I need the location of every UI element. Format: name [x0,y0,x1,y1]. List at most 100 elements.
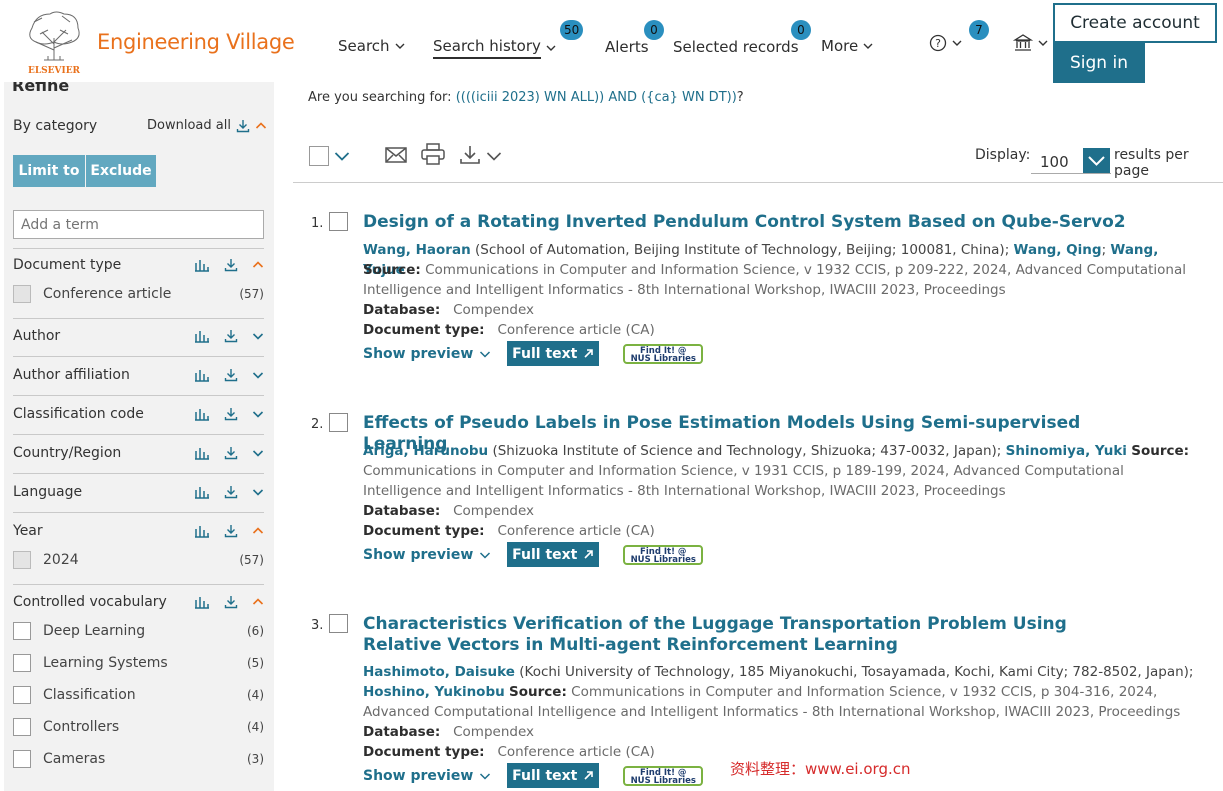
facet-checkbox[interactable] [13,551,31,569]
email-icon[interactable] [385,146,407,164]
chevron-down-icon[interactable] [252,486,264,498]
show-preview-link[interactable]: Show preview [363,768,491,784]
facet-checkbox[interactable] [13,750,31,768]
nav-search-history[interactable]: Search history [433,37,556,59]
chevron-down-icon[interactable] [252,369,264,381]
author-link[interactable]: Shinomiya, Yuki [1006,443,1127,459]
print-icon[interactable] [421,143,445,165]
nav-selected-records[interactable]: Selected records [673,38,799,56]
facet-option[interactable]: Controllers (4) [13,715,264,739]
nav-alerts[interactable]: Alerts [605,38,649,56]
facet-option[interactable]: Learning Systems (5) [13,651,264,675]
author-link[interactable]: Hashimoto, Daisuke [363,664,515,680]
chevron-down-icon[interactable] [486,149,502,163]
bar-chart-icon[interactable] [194,446,210,460]
findit-nus-button[interactable]: Find It! @ NUS Libraries [623,343,704,364]
brand-name[interactable]: Engineering Village [97,30,295,54]
download-icon[interactable] [224,524,238,538]
nav-more[interactable]: More [821,37,873,55]
author-link[interactable]: Hoshino, Yukinobu [363,684,505,700]
facet-author[interactable]: Author [13,324,264,348]
chevron-down-icon[interactable] [252,447,264,459]
select-all-checkbox[interactable] [309,146,329,166]
bar-chart-icon[interactable] [194,524,210,538]
facet-option[interactable]: 2024 (57) [13,548,264,572]
facet-language[interactable]: Language [13,480,264,504]
chevron-up-icon[interactable] [252,525,264,537]
bar-chart-icon[interactable] [194,595,210,609]
bar-chart-icon[interactable] [194,368,210,382]
show-preview-link[interactable]: Show preview [363,346,491,362]
download-icon[interactable] [224,407,238,421]
svg-text:?: ? [935,37,941,50]
download-icon[interactable] [224,446,238,460]
show-preview-label: Show preview [363,345,474,362]
divider [13,473,264,474]
nav-help[interactable]: ? [929,34,962,52]
result-title[interactable]: Characteristics Verification of the Lugg… [363,614,1133,656]
doctype-value: Conference article (CA) [497,523,655,539]
result-title[interactable]: Design of a Rotating Inverted Pendulum C… [363,212,1163,233]
add-term-input[interactable] [13,210,264,239]
facet-option[interactable]: Classification (4) [13,683,264,707]
download-icon[interactable] [224,485,238,499]
chevron-down-icon[interactable] [334,149,350,163]
limit-to-button[interactable]: Limit to [13,155,85,187]
download-all-link[interactable]: Download all [147,118,267,133]
full-text-button[interactable]: Full text [507,542,600,567]
full-text-label: Full text [512,345,578,362]
facet-option[interactable]: Conference article (57) [13,282,264,306]
chevron-down-icon[interactable] [252,408,264,420]
result-checkbox[interactable] [329,614,348,633]
create-account-button[interactable]: Create account [1053,3,1217,43]
bar-chart-icon[interactable] [194,329,210,343]
chevron-down-icon[interactable] [252,330,264,342]
author-link[interactable]: Wang, Qing [1014,242,1102,258]
download-icon[interactable] [224,258,238,272]
facet-document-type[interactable]: Document type [13,253,264,277]
refine-title: Refine [12,82,70,95]
full-text-button[interactable]: Full text [507,341,600,366]
elsevier-logo[interactable]: ELSEVIER [22,8,86,76]
facet-controlled-vocabulary[interactable]: Controlled vocabulary [13,590,264,614]
download-icon[interactable] [224,595,238,609]
download-icon[interactable] [224,329,238,343]
download-icon[interactable] [459,145,481,165]
facet-checkbox[interactable] [13,718,31,736]
bar-chart-icon[interactable] [194,485,210,499]
results-per-page-dropdown[interactable] [1083,148,1110,173]
facet-year[interactable]: Year [13,519,264,543]
nav-search[interactable]: Search [338,37,405,55]
nav-institution[interactable] [1013,33,1048,53]
facet-checkbox[interactable] [13,622,31,640]
download-icon[interactable] [224,368,238,382]
facet-option[interactable]: Cameras (3) [13,747,264,771]
exclude-button[interactable]: Exclude [86,155,156,187]
bar-chart-icon[interactable] [194,407,210,421]
facet-country-region[interactable]: Country/Region [13,441,264,465]
display-label: Display: [975,147,1031,163]
author-link[interactable]: Ariga, Harunobu [363,443,488,459]
full-text-button[interactable]: Full text [507,763,600,788]
facet-author-affiliation[interactable]: Author affiliation [13,363,264,387]
facet-classification-code[interactable]: Classification code [13,402,264,426]
result-checkbox[interactable] [329,413,348,432]
selected-records-badge: 0 [791,20,811,40]
result-checkbox[interactable] [329,212,348,231]
facet-option[interactable]: Deep Learning (6) [13,619,264,643]
facet-checkbox[interactable] [13,654,31,672]
facet-option-label: Classification [43,687,136,703]
findit-nus-button[interactable]: Find It! @ NUS Libraries [623,765,704,786]
facet-checkbox[interactable] [13,285,31,303]
bar-chart-icon[interactable] [194,258,210,272]
author-link[interactable]: Wang, Haoran [363,242,471,258]
source-text: Communications in Computer and Informati… [425,262,1016,278]
findit-nus-button[interactable]: Find It! @ NUS Libraries [623,544,704,565]
show-preview-link[interactable]: Show preview [363,547,491,563]
doctype-label: Document type: [363,744,485,760]
facet-checkbox[interactable] [13,686,31,704]
chevron-up-icon[interactable] [252,259,264,271]
sign-in-button[interactable]: Sign in [1053,43,1145,83]
suggestion-query-link[interactable]: ((((iciii 2023) WN ALL)) AND ({ca} WN DT… [456,90,737,105]
chevron-up-icon[interactable] [252,596,264,608]
